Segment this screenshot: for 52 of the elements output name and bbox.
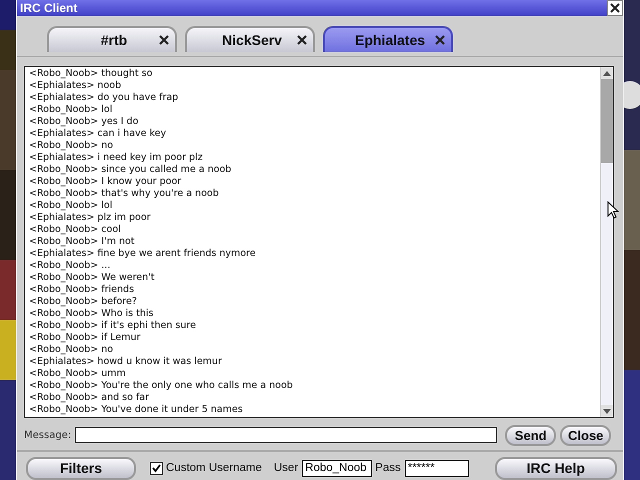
chat-line: <Ephialates> do you have frap bbox=[29, 92, 180, 104]
close-icon[interactable] bbox=[607, 0, 623, 16]
close-icon[interactable] bbox=[159, 35, 169, 46]
chat-line: <Robo_Noob> You've done it under 5 names bbox=[29, 404, 244, 416]
chat-line: <Robo_Noob> You're the only one who calls me a noob bbox=[29, 380, 294, 392]
chat-line: <Robo_Noob> before? bbox=[29, 296, 138, 308]
chat-line: <Robo_Noob> ... bbox=[29, 260, 112, 272]
close-icon[interactable] bbox=[297, 35, 307, 46]
chat-line: <Robo_Noob> I know your poor bbox=[29, 176, 182, 188]
chat-line: <Robo_Noob> and so far bbox=[29, 392, 150, 404]
chat-line: <Robo_Noob> umm bbox=[29, 368, 127, 380]
chat-line: <Robo_Noob> no bbox=[29, 140, 114, 152]
chat-line: <Ephialates> howd u know it was lemur bbox=[29, 356, 223, 368]
tab[interactable]: NickServ bbox=[185, 26, 315, 52]
message-label: Message: bbox=[24, 430, 72, 441]
chat-line: <Ephialates> fine bye we arent friends nymore bbox=[29, 248, 257, 260]
tab[interactable]: Ephialates bbox=[323, 26, 453, 52]
down-arrow-icon[interactable] bbox=[603, 408, 611, 414]
window-title: IRC Client bbox=[20, 1, 78, 16]
chat-line: <Ephialates> noob bbox=[29, 80, 122, 92]
user-field[interactable]: Robo_Noob bbox=[302, 460, 372, 477]
chat-line: <Robo_Noob> if Lemur bbox=[29, 332, 142, 344]
chat-line: <Robo_Noob> cool bbox=[29, 224, 122, 236]
send-button[interactable]: Send bbox=[505, 424, 556, 446]
scrollbar[interactable] bbox=[600, 67, 613, 418]
chat-line: <Robo_Noob> thought so bbox=[29, 68, 154, 80]
chat-line: <Ephialates> can i have key bbox=[29, 128, 168, 140]
chat-line: <Ephialates> plz im poor bbox=[29, 212, 152, 224]
checkbox-label: Custom Username bbox=[166, 462, 262, 474]
chat-line: <Ephialates> i need key im poor plz bbox=[29, 152, 204, 164]
help-button[interactable]: IRC Help bbox=[494, 456, 617, 480]
tab[interactable]: #rtb bbox=[47, 26, 177, 52]
filters-button[interactable]: Filters bbox=[26, 456, 136, 480]
chat-line: <Robo_Noob> since you called me a noob bbox=[29, 164, 232, 176]
chat-line: <Robo_Noob> no bbox=[29, 344, 114, 356]
message-field[interactable] bbox=[75, 427, 498, 444]
chat-line: <Robo_Noob> if it's ephi then sure bbox=[29, 320, 197, 332]
chat-line: <Robo_Noob> Who is this bbox=[29, 308, 154, 320]
user-label: User bbox=[274, 462, 298, 474]
chat-line: <Robo_Noob> lol bbox=[29, 200, 114, 212]
scrollbar-thumb[interactable] bbox=[601, 79, 613, 164]
chat-line: <Robo_Noob> I'm not bbox=[29, 236, 136, 248]
pass-label: Pass bbox=[375, 462, 401, 474]
chat-line: <Robo_Noob> that's why you're a noob bbox=[29, 188, 220, 200]
chat-line: <Robo_Noob> friends bbox=[29, 284, 136, 296]
chat-line: <Robo_Noob> We weren't bbox=[29, 272, 156, 284]
chat-line: <Robo_Noob> yes I do bbox=[29, 116, 140, 128]
close-button[interactable]: Close bbox=[560, 424, 612, 446]
checkbox[interactable] bbox=[150, 462, 163, 475]
chat-line: <Robo_Noob> lol bbox=[29, 104, 114, 116]
password-field[interactable]: ****** bbox=[404, 460, 469, 477]
up-arrow-icon[interactable] bbox=[603, 70, 611, 76]
